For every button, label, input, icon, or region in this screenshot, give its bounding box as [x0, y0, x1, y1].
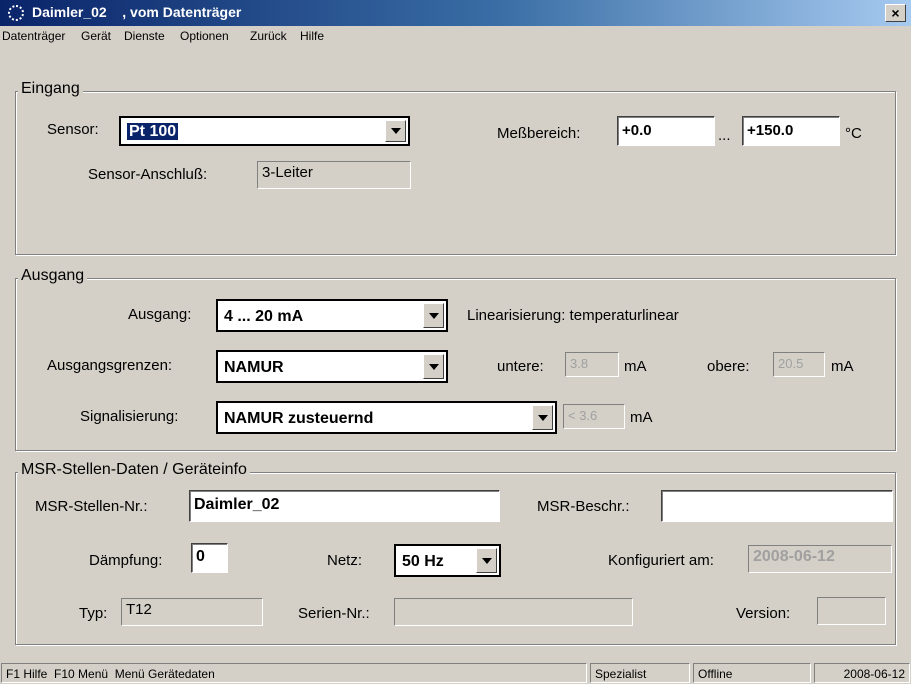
msr-legend: MSR-Stellen-Daten / Geräteinfo [18, 461, 250, 479]
untere-field: 3.8 [565, 352, 619, 377]
linearisierung-text: Linearisierung: temperaturlinear [467, 307, 679, 324]
app-icon[interactable] [8, 5, 24, 21]
title-bar: Daimler_02 , vom Datenträger × [0, 0, 911, 26]
range-unit: °C [845, 125, 862, 142]
status-role: Spezialist [590, 663, 690, 683]
menu-optionen[interactable]: Optionen [180, 29, 229, 43]
menu-zurueck[interactable]: Zurück [250, 29, 287, 43]
signal-unit: mA [630, 409, 653, 426]
range-separator: ... [718, 127, 731, 144]
grenzen-dropdown-button[interactable] [423, 354, 444, 379]
version-field [817, 597, 886, 625]
anschluss-field: 3-Leiter [257, 161, 411, 189]
ausgang-value: 4 ... 20 mA [224, 308, 304, 325]
netz-value: 50 Hz [402, 553, 444, 570]
daempfung-label: Dämpfung: [89, 552, 163, 569]
grenzen-value: NAMUR [224, 359, 284, 376]
status-mode: Offline [693, 663, 811, 683]
signal-combo[interactable]: NAMUR zusteuernd [216, 401, 557, 434]
konfig-field: 2008-06-12 [748, 545, 892, 573]
anschluss-label: Sensor-Anschluß: [88, 166, 208, 183]
chevron-down-icon [538, 414, 548, 421]
sensor-value: Pt 100 [127, 123, 179, 140]
ausgang-dropdown-button[interactable] [423, 303, 444, 328]
window-title: Daimler_02 , vom Datenträger [32, 4, 242, 20]
signal-limit-field: < 3.6 [563, 404, 625, 429]
signal-dropdown-button[interactable] [532, 405, 553, 430]
msr-nr-input[interactable]: Daimler_02 [189, 490, 500, 522]
obere-unit: mA [831, 358, 854, 375]
signal-label: Signalisierung: [80, 408, 179, 425]
sensor-label: Sensor: [47, 121, 99, 138]
netz-dropdown-button[interactable] [476, 548, 497, 573]
menu-dienste[interactable]: Dienste [124, 29, 165, 43]
chevron-down-icon [429, 312, 439, 319]
ausgang-combo[interactable]: 4 ... 20 mA [216, 299, 448, 332]
typ-label: Typ: [79, 605, 108, 622]
menu-geraet[interactable]: Gerät [81, 29, 111, 43]
ausgang-label: Ausgang: [128, 306, 192, 323]
sensor-dropdown-button[interactable] [385, 120, 406, 142]
status-help: F1 Hilfe F10 Menü Menü Gerätedaten [1, 663, 587, 683]
signal-value: NAMUR zusteuernd [224, 410, 374, 427]
netz-label: Netz: [327, 552, 363, 569]
menu-hilfe[interactable]: Hilfe [300, 29, 324, 43]
untere-unit: mA [624, 358, 647, 375]
konfig-label: Konfiguriert am: [608, 552, 714, 569]
msr-beschr-input[interactable] [661, 490, 893, 522]
obere-field: 20.5 [773, 352, 825, 377]
chevron-down-icon [391, 128, 401, 134]
range-to-input[interactable]: +150.0 [742, 116, 840, 146]
obere-label: obere: [707, 358, 750, 375]
version-label: Version: [736, 605, 791, 622]
typ-field: T12 [121, 598, 263, 626]
serien-field [394, 598, 633, 626]
msr-beschr-label: MSR-Beschr.: [537, 498, 630, 515]
chevron-down-icon [482, 557, 492, 564]
msr-nr-label: MSR-Stellen-Nr.: [35, 498, 148, 515]
sensor-combo[interactable]: Pt 100 [119, 116, 410, 146]
close-button[interactable]: × [885, 4, 906, 22]
grenzen-label: Ausgangsgrenzen: [47, 357, 173, 374]
ausgang-legend: Ausgang [18, 267, 88, 285]
grenzen-combo[interactable]: NAMUR [216, 350, 448, 383]
netz-combo[interactable]: 50 Hz [394, 544, 501, 577]
status-bar: F1 Hilfe F10 Menü Menü Gerätedaten Spezi… [0, 661, 911, 684]
chevron-down-icon [429, 363, 439, 370]
menu-datentraeger[interactable]: Datenträger [2, 29, 65, 43]
messbereich-label: Meßbereich: [497, 125, 581, 142]
serien-label: Serien-Nr.: [298, 605, 370, 622]
untere-label: untere: [497, 358, 544, 375]
menu-bar: Datenträger Gerät Dienste Optionen Zurüc… [0, 26, 911, 46]
range-from-input[interactable]: +0.0 [617, 116, 715, 146]
eingang-legend: Eingang [18, 80, 83, 98]
daempfung-input[interactable]: 0 [191, 543, 228, 573]
status-date: 2008-06-12 [814, 663, 910, 683]
